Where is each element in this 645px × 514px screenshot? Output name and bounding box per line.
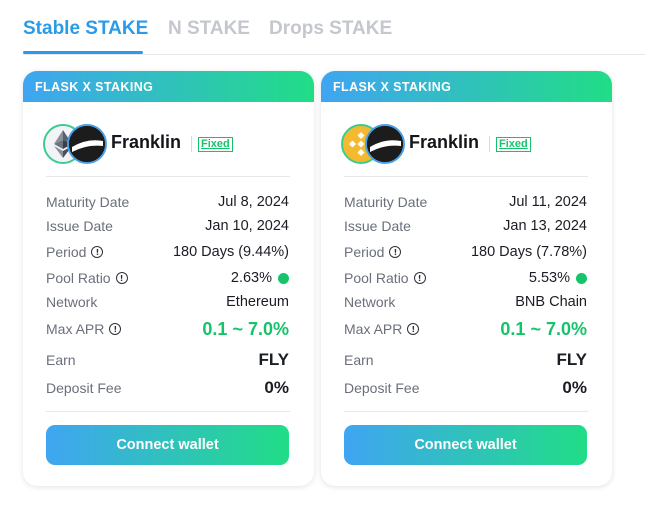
pool-ratio-label: Pool Ratio xyxy=(46,270,111,286)
card-header: FLASK X STAKING xyxy=(321,71,612,102)
info-icon[interactable]: ! xyxy=(413,272,426,284)
fixed-badge: Fixed xyxy=(496,137,531,152)
staking-card-bnb: FLASK X STAKING Franklin Fixed Maturity … xyxy=(321,71,612,486)
max-apr-row: Max APR! 0.1 ~ 7.0% xyxy=(344,319,587,339)
deposit-fee-label: Deposit Fee xyxy=(344,380,420,396)
earn-value: FLY xyxy=(258,350,289,369)
network-label: Network xyxy=(344,294,396,310)
connect-wallet-button[interactable]: Connect wallet xyxy=(46,425,289,465)
info-icon[interactable]: ! xyxy=(115,272,128,284)
period-row: Period! 180 Days (7.78%) xyxy=(344,242,587,262)
divider xyxy=(191,136,192,152)
period-label: Period xyxy=(344,244,385,260)
pool-ratio-row: Pool Ratio! 5.53% xyxy=(344,268,587,288)
max-apr-row: Max APR! 0.1 ~ 7.0% xyxy=(46,319,289,339)
tab-n-stake[interactable]: N STAKE xyxy=(168,18,250,40)
earn-value: FLY xyxy=(556,350,587,369)
franklin-icon xyxy=(365,124,405,164)
earn-label: Earn xyxy=(46,352,76,368)
deposit-fee-value: 0% xyxy=(264,378,289,397)
network-label: Network xyxy=(46,294,98,310)
max-apr-value: 0.1 ~ 7.0% xyxy=(500,318,587,339)
deposit-fee-row: Deposit Fee 0% xyxy=(46,378,289,398)
earn-row: Earn FLY xyxy=(46,350,289,370)
max-apr-label: Max APR xyxy=(46,321,105,337)
divider xyxy=(46,411,290,412)
issue-date-label: Issue Date xyxy=(344,218,411,234)
issue-date-value: Jan 13, 2024 xyxy=(503,218,587,234)
card-header: FLASK X STAKING xyxy=(23,71,314,102)
maturity-date-label: Maturity Date xyxy=(46,194,130,210)
pool-ratio-row: Pool Ratio! 2.63% xyxy=(46,268,289,288)
deposit-fee-row: Deposit Fee 0% xyxy=(344,378,587,398)
period-value: 180 Days (7.78%) xyxy=(470,244,587,260)
active-tab-indicator xyxy=(23,51,143,54)
period-row: Period! 180 Days (9.44%) xyxy=(46,242,289,262)
token-logo-row: Franklin Fixed xyxy=(43,124,293,164)
period-value: 180 Days (9.44%) xyxy=(172,244,289,260)
deposit-fee-label: Deposit Fee xyxy=(46,380,122,396)
info-icon[interactable]: ! xyxy=(389,246,402,258)
info-icon[interactable]: ! xyxy=(109,323,122,335)
issue-date-row: Issue Date Jan 10, 2024 xyxy=(46,216,289,236)
network-value: BNB Chain xyxy=(515,294,587,310)
status-dot-icon xyxy=(278,272,289,284)
connect-wallet-button[interactable]: Connect wallet xyxy=(344,425,587,465)
token-name: Franklin xyxy=(409,132,480,152)
maturity-date-row: Maturity Date Jul 11, 2024 xyxy=(344,192,587,212)
network-row: Network BNB Chain xyxy=(344,292,587,312)
status-dot-icon xyxy=(576,272,587,284)
issue-date-value: Jan 10, 2024 xyxy=(205,218,289,234)
tab-stable-stake[interactable]: Stable STAKE xyxy=(23,18,148,40)
stake-tabs: Stable STAKE N STAKE Drops STAKE xyxy=(23,0,645,55)
maturity-date-row: Maturity Date Jul 8, 2024 xyxy=(46,192,289,212)
franklin-icon xyxy=(67,124,107,164)
info-icon[interactable]: ! xyxy=(407,323,420,335)
max-apr-label: Max APR xyxy=(344,321,403,337)
maturity-date-value: Jul 11, 2024 xyxy=(509,194,587,210)
deposit-fee-value: 0% xyxy=(562,378,587,397)
staking-card-ethereum: FLASK X STAKING Franklin Fixed Maturity … xyxy=(23,71,314,486)
info-icon[interactable]: ! xyxy=(91,246,104,258)
tab-drops-stake[interactable]: Drops STAKE xyxy=(269,18,392,40)
divider xyxy=(489,136,490,152)
period-label: Period xyxy=(46,244,87,260)
divider xyxy=(344,411,588,412)
max-apr-value: 0.1 ~ 7.0% xyxy=(202,318,289,339)
divider xyxy=(344,176,588,177)
fixed-badge: Fixed xyxy=(198,137,233,152)
network-row: Network Ethereum xyxy=(46,292,289,312)
pool-ratio-label: Pool Ratio xyxy=(344,270,409,286)
token-name: Franklin xyxy=(111,132,182,152)
pool-ratio-value: 2.63% xyxy=(230,270,272,286)
issue-date-label: Issue Date xyxy=(46,218,113,234)
maturity-date-value: Jul 8, 2024 xyxy=(218,194,289,210)
maturity-date-label: Maturity Date xyxy=(344,194,428,210)
issue-date-row: Issue Date Jan 13, 2024 xyxy=(344,216,587,236)
divider xyxy=(46,176,290,177)
network-value: Ethereum xyxy=(226,294,289,310)
token-logo-row: Franklin Fixed xyxy=(341,124,591,164)
pool-ratio-value: 5.53% xyxy=(528,270,570,286)
earn-row: Earn FLY xyxy=(344,350,587,370)
earn-label: Earn xyxy=(344,352,374,368)
